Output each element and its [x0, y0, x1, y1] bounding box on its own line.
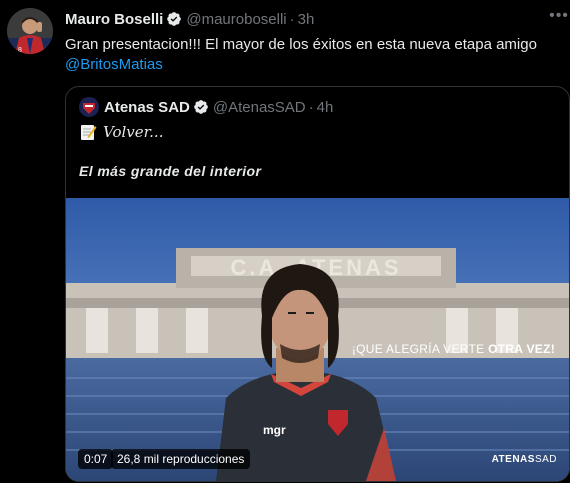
memo-emoji-icon [79, 123, 97, 141]
tweet-header: Mauro Boselli @mauroboselli · 3h [65, 10, 314, 28]
quoted-separator-dot: · [308, 98, 314, 116]
quoted-timestamp[interactable]: 4h [317, 99, 334, 116]
quoted-line-1-text: Volver... [103, 123, 164, 141]
verified-badge-icon [166, 11, 182, 27]
video-views-badge: 26,8 mil reproducciones [111, 449, 251, 469]
author-handle[interactable]: @mauroboselli [186, 11, 286, 28]
quoted-text-line-1: Volver... [79, 123, 163, 141]
tweet-text: Gran presentacion!!! El mayor de los éxi… [65, 35, 555, 75]
more-options-icon[interactable]: ••• [548, 6, 570, 26]
author-name[interactable]: Mauro Boselli [65, 11, 163, 28]
mention-link[interactable]: @BritosMatias [65, 56, 163, 73]
video-frame: C.A. ATENAS mgr [66, 198, 569, 481]
quoted-author-name[interactable]: Atenas SAD [104, 99, 190, 116]
author-avatar[interactable]: 8 [7, 8, 53, 54]
shirt-sponsor-text: mgr [263, 423, 286, 437]
quoted-header: Atenas SAD @AtenasSAD · 4h [79, 97, 334, 117]
tweet-body: Gran presentacion!!! El mayor de los éxi… [65, 36, 537, 53]
separator-dot: · [289, 10, 295, 28]
overlay-prefix: ¡QUE ALEGRÍA VERTE [351, 342, 485, 356]
watermark-light: SAD [534, 454, 557, 465]
quoted-text-line-2: El más grande del interior [79, 163, 262, 179]
quoted-author-handle[interactable]: @AtenasSAD [213, 99, 306, 116]
video-player[interactable]: C.A. ATENAS mgr ¡QUE ALEGRÍA VERTE OTRA … [66, 198, 569, 481]
quoted-tweet[interactable]: Atenas SAD @AtenasSAD · 4h Volver... El … [65, 86, 570, 482]
quoted-author-avatar[interactable] [79, 97, 99, 117]
quoted-verified-badge-icon [193, 99, 209, 115]
watermark-bold: ATENAS [491, 454, 535, 465]
tweet-timestamp[interactable]: 3h [298, 11, 315, 28]
overlay-bold: OTRA VEZ! [488, 342, 555, 356]
video-duration-badge: 0:07 [78, 449, 114, 469]
video-overlay-caption: ¡QUE ALEGRÍA VERTE OTRA VEZ! [352, 342, 555, 356]
atenas-watermark: ATENASSAD [492, 454, 557, 465]
svg-text:8: 8 [18, 47, 22, 54]
